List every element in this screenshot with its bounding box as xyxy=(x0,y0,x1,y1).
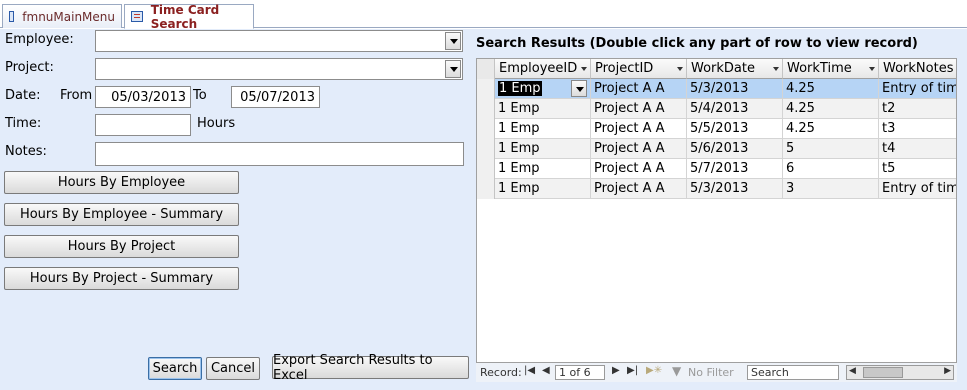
project-label: Project: xyxy=(5,60,54,75)
table-cell[interactable]: t3 xyxy=(879,119,956,139)
export-to-excel-button[interactable]: Export Search Results to Excel xyxy=(272,353,469,383)
sort-arrow-icon[interactable] xyxy=(773,67,779,71)
table-cell[interactable]: 4.25 xyxy=(783,99,879,119)
scroll-right-icon[interactable]: ▶ xyxy=(944,366,951,376)
from-date-input[interactable]: 05/03/2013 xyxy=(95,86,191,108)
table-cell[interactable]: 1 Emp xyxy=(495,159,591,179)
table-cell[interactable]: 6 xyxy=(783,159,879,179)
cancel-button[interactable]: Cancel xyxy=(206,357,260,380)
table-cell[interactable]: t4 xyxy=(879,139,956,159)
table-cell[interactable]: 4.25 xyxy=(783,119,879,139)
hours-label: Hours xyxy=(197,116,236,131)
table-cell[interactable]: 1 Emp xyxy=(495,139,591,159)
table-cell[interactable]: 1 Emp xyxy=(495,79,591,99)
sort-arrow-icon[interactable] xyxy=(677,67,683,71)
time-card-search-form: Employee: Project: Date: From 05/03/2013… xyxy=(0,29,967,390)
table-cell[interactable]: t5 xyxy=(879,159,956,179)
search-results-grid[interactable]: EmployeeID ProjectID WorkDate WorkTime W… xyxy=(476,58,957,382)
form-icon xyxy=(131,11,143,22)
no-filter-label[interactable]: No Filter xyxy=(688,366,734,379)
table-cell[interactable]: Project A A xyxy=(591,119,687,139)
scroll-left-icon[interactable]: ◀ xyxy=(849,366,856,376)
record-selector-column[interactable] xyxy=(477,79,495,199)
document-tab-bar: fmnuMainMenu Time Card Search xyxy=(0,0,967,31)
last-record-icon[interactable]: ▶| xyxy=(627,365,638,376)
table-cell[interactable]: 5 xyxy=(783,139,879,159)
table-cell[interactable]: Project A A xyxy=(591,99,687,119)
employee-label: Employee: xyxy=(5,32,74,47)
table-cell[interactable]: Entry of time xyxy=(879,79,956,99)
table-cell[interactable]: 5/3/2013 xyxy=(687,79,783,99)
from-label: From xyxy=(60,88,93,103)
notes-input[interactable] xyxy=(95,142,464,166)
table-row[interactable]: 1 Emp Project A A 5/6/2013 5 t4 xyxy=(495,139,956,159)
column-header-projectid[interactable]: ProjectID xyxy=(591,59,687,79)
column-header-worktime[interactable]: WorkTime xyxy=(783,59,879,79)
hours-by-project-summary-button[interactable]: Hours By Project - Summary xyxy=(4,267,239,290)
table-row[interactable]: 1 Emp Project A A 5/7/2013 6 t5 xyxy=(495,159,956,179)
record-navigation-bar: Record: |◀ ◀ 1 of 6 ▶ ▶| ▶✳ ▼ No Filter … xyxy=(476,362,957,382)
horizontal-scrollbar[interactable]: ◀ ▶ xyxy=(846,365,954,380)
to-date-input[interactable]: 05/07/2013 xyxy=(231,86,320,108)
table-cell[interactable]: Project A A xyxy=(591,139,687,159)
date-label: Date: xyxy=(5,88,41,103)
chevron-down-icon[interactable] xyxy=(445,32,461,50)
previous-record-icon[interactable]: ◀ xyxy=(542,365,550,376)
search-results-title: Search Results (Double click any part of… xyxy=(476,36,918,51)
table-row[interactable]: 1 Emp Project A A 5/3/2013 3 Entry of ti… xyxy=(495,179,956,199)
scrollbar-thumb[interactable] xyxy=(863,367,903,378)
employee-combo[interactable] xyxy=(95,30,463,52)
table-row[interactable]: 1 Emp Project A A 5/5/2013 4.25 t3 xyxy=(495,119,956,139)
column-header-workdate[interactable]: WorkDate xyxy=(687,59,783,79)
table-row[interactable]: 1 Emp Project A A 5/3/2013 4.25 Entry of… xyxy=(495,79,956,99)
table-cell[interactable]: 5/5/2013 xyxy=(687,119,783,139)
table-cell[interactable]: 1 Emp xyxy=(495,119,591,139)
search-button[interactable]: Search xyxy=(148,357,202,380)
chevron-down-icon[interactable] xyxy=(445,60,461,78)
sort-arrow-icon[interactable] xyxy=(869,67,875,71)
record-position-input[interactable]: 1 of 6 xyxy=(555,365,605,380)
filter-icon[interactable]: ▼ xyxy=(672,364,681,378)
table-cell[interactable]: 1 Emp xyxy=(495,179,591,199)
table-cell[interactable]: 3 xyxy=(783,179,879,199)
table-cell[interactable]: Entry of time xyxy=(879,179,956,199)
record-label: Record: xyxy=(480,366,522,379)
tab-label: Time Card Search xyxy=(150,2,220,31)
to-label: To xyxy=(193,88,207,103)
time-input[interactable] xyxy=(95,114,191,136)
select-all-corner[interactable] xyxy=(477,59,495,79)
table-cell[interactable]: 4.25 xyxy=(783,79,879,99)
table-cell[interactable]: Project A A xyxy=(591,179,687,199)
column-header-employeeid[interactable]: EmployeeID xyxy=(495,59,591,79)
search-input[interactable]: Search xyxy=(747,365,839,380)
column-header-worknotes[interactable]: WorkNotes xyxy=(879,59,956,79)
time-label: Time: xyxy=(5,116,42,131)
table-cell[interactable]: 5/4/2013 xyxy=(687,99,783,119)
chevron-down-icon[interactable] xyxy=(571,80,587,97)
sort-arrow-icon[interactable] xyxy=(581,67,587,71)
notes-label: Notes: xyxy=(5,144,47,159)
project-combo[interactable] xyxy=(95,58,463,80)
tab-time-card-search[interactable]: Time Card Search xyxy=(124,2,254,31)
new-record-icon[interactable]: ▶✳ xyxy=(646,365,662,376)
hours-by-employee-summary-button[interactable]: Hours By Employee - Summary xyxy=(4,203,239,226)
first-record-icon[interactable]: |◀ xyxy=(524,365,535,376)
table-cell[interactable]: 5/6/2013 xyxy=(687,139,783,159)
table-row[interactable]: 1 Emp Project A A 5/4/2013 4.25 t2 xyxy=(495,99,956,119)
tab-label: fmnuMainMenu xyxy=(22,9,115,24)
hours-by-project-button[interactable]: Hours By Project xyxy=(4,235,239,258)
form-icon xyxy=(9,11,15,22)
table-cell[interactable]: t2 xyxy=(879,99,956,119)
table-cell[interactable]: 5/3/2013 xyxy=(687,179,783,199)
next-record-icon[interactable]: ▶ xyxy=(612,365,620,376)
tab-main-menu[interactable]: fmnuMainMenu xyxy=(2,4,122,28)
table-cell[interactable]: Project A A xyxy=(591,79,687,99)
hours-by-employee-button[interactable]: Hours By Employee xyxy=(4,171,239,194)
table-cell[interactable]: 5/7/2013 xyxy=(687,159,783,179)
table-cell[interactable]: Project A A xyxy=(591,159,687,179)
table-cell[interactable]: 1 Emp xyxy=(495,99,591,119)
